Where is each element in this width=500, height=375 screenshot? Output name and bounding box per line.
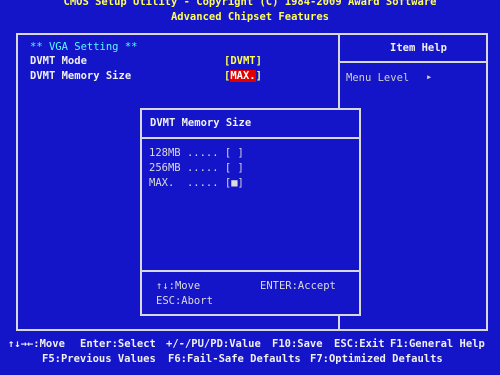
dvmt-mode-value[interactable]: [DVMT] [224, 55, 262, 67]
menu-level-arrow-icon: ▸ [426, 71, 433, 83]
option-label: 256MB [149, 162, 181, 174]
popup-title: DVMT Memory Size [150, 117, 252, 129]
dvmt-mode-label[interactable]: DVMT Mode [30, 55, 87, 67]
dvmt-memory-bracket-close: ] [255, 70, 262, 82]
menu-level-label: Menu Level [346, 72, 410, 84]
footer-enter-hint: Enter:Select [80, 338, 156, 350]
popup-hint-abort: ESC:Abort [156, 295, 213, 307]
footer-failsafe-hint: F6:Fail-Safe Defaults [168, 353, 301, 365]
footer-help-hint: F1:General Help [390, 338, 485, 350]
popup-hint-divider [142, 270, 359, 272]
option-dots: ..... [186, 147, 219, 159]
memory-size-popup: DVMT Memory Size 128MB ..... [ ] 256MB .… [140, 108, 361, 316]
help-title: Item Help [390, 42, 447, 54]
footer-previous-values-hint: F5:Previous Values [42, 353, 156, 365]
option-label: 128MB [149, 147, 181, 159]
popup-option-max[interactable]: MAX. ..... [■] [149, 177, 244, 189]
option-dots: ..... [186, 162, 219, 174]
page-title: Advanced Chipset Features [170, 11, 330, 23]
dvmt-memory-selected[interactable]: MAX. [230, 70, 256, 82]
dvmt-memory-label[interactable]: DVMT Memory Size [30, 70, 131, 82]
section-label: ** VGA Setting ** [30, 41, 138, 53]
popup-option-128mb[interactable]: 128MB ..... [ ] [149, 147, 244, 159]
help-title-divider [338, 61, 488, 63]
dvmt-memory-value[interactable]: [MAX.] [224, 70, 262, 82]
popup-hint-move: ↑↓:Move [156, 280, 201, 292]
option-dots: ..... [186, 177, 219, 189]
footer-exit-hint: ESC:Exit [334, 338, 385, 350]
footer-save-hint: F10:Save [272, 338, 323, 350]
footer-optimized-hint: F7:Optimized Defaults [310, 353, 443, 365]
popup-option-256mb[interactable]: 256MB ..... [ ] [149, 162, 244, 174]
footer-value-hint: +/-/PU/PD:Value [166, 338, 261, 350]
option-checkbox[interactable]: [ ] [225, 147, 244, 159]
footer-move-hint: ↑↓→←:Move [8, 338, 65, 350]
popup-title-divider [142, 137, 359, 139]
popup-hint-accept: ENTER:Accept [260, 280, 336, 292]
header-title: CMOS Setup Utility - Copyright (C) 1984-… [63, 0, 437, 8]
option-label: MAX. [149, 177, 175, 189]
option-checkbox[interactable]: [■] [225, 177, 244, 189]
option-checkbox[interactable]: [ ] [225, 162, 244, 174]
